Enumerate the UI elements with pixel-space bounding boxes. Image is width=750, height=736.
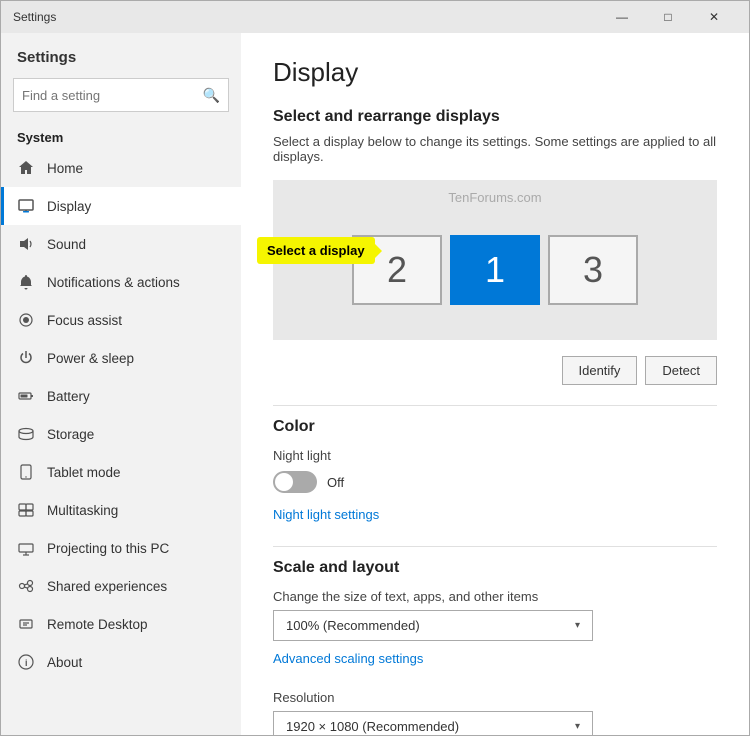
detect-button[interactable]: Detect [645, 356, 717, 385]
sidebar-label-display: Display [47, 199, 91, 214]
search-input[interactable] [22, 88, 203, 103]
display-buttons: Identify Detect [273, 356, 717, 385]
divider-1 [273, 405, 717, 406]
shared-icon [17, 577, 35, 595]
sidebar-item-shared[interactable]: Shared experiences [1, 567, 241, 605]
sidebar-label-shared: Shared experiences [47, 579, 167, 594]
sound-icon [17, 235, 35, 253]
sidebar-item-focus[interactable]: Focus assist [1, 301, 241, 339]
sidebar-item-storage[interactable]: Storage [1, 415, 241, 453]
sidebar-label-multitasking: Multitasking [47, 503, 118, 518]
callout-tooltip: Select a display [257, 237, 375, 264]
about-icon: i [17, 653, 35, 671]
sidebar-item-notifications[interactable]: Notifications & actions [1, 263, 241, 301]
night-light-settings-link[interactable]: Night light settings [273, 507, 379, 522]
power-icon [17, 349, 35, 367]
sidebar-label-projecting: Projecting to this PC [47, 541, 169, 556]
notifications-icon [17, 273, 35, 291]
sidebar-label-power: Power & sleep [47, 351, 134, 366]
settings-window: Settings — □ ✕ Settings 🔍 System Home Dis… [0, 0, 750, 736]
night-light-state: Off [327, 475, 344, 490]
sidebar-item-battery[interactable]: Battery [1, 377, 241, 415]
sidebar-label-tablet: Tablet mode [47, 465, 121, 480]
advanced-scaling-link[interactable]: Advanced scaling settings [273, 651, 423, 666]
sidebar-item-multitasking[interactable]: Multitasking [1, 491, 241, 529]
sidebar-item-remote[interactable]: Remote Desktop [1, 605, 241, 643]
sidebar: Settings 🔍 System Home Display Sound Notifi… [1, 33, 241, 735]
sidebar-label-focus: Focus assist [47, 313, 122, 328]
content-area: Display Select and rearrange displays Se… [241, 33, 749, 735]
display-icon [17, 197, 35, 215]
displays-row: 2 1 3 [352, 235, 638, 305]
sidebar-label-sound: Sound [47, 237, 86, 252]
select-displays-title: Select and rearrange displays [273, 108, 717, 126]
window-controls: — □ ✕ [599, 1, 737, 33]
battery-icon [17, 387, 35, 405]
sidebar-item-tablet[interactable]: Tablet mode [1, 453, 241, 491]
scale-section-title: Scale and layout [273, 559, 717, 577]
night-light-label: Night light [273, 448, 717, 463]
sidebar-item-sound[interactable]: Sound [1, 225, 241, 263]
sidebar-title: Settings [1, 33, 241, 74]
toggle-knob [275, 473, 293, 491]
night-light-toggle-row: Off [273, 471, 717, 493]
scale-dropdown[interactable]: 100% (Recommended) ▾ [273, 610, 593, 641]
tablet-icon [17, 463, 35, 481]
window-title: Settings [13, 10, 56, 24]
sidebar-item-display[interactable]: Display [1, 187, 241, 225]
maximize-button[interactable]: □ [645, 1, 691, 33]
resolution-label: Resolution [273, 690, 717, 705]
resolution-chevron-icon: ▾ [575, 721, 580, 732]
scale-chevron-icon: ▾ [575, 620, 580, 631]
scale-dropdown-value: 100% (Recommended) [286, 618, 420, 633]
sidebar-item-power[interactable]: Power & sleep [1, 339, 241, 377]
color-section-title: Color [273, 418, 717, 436]
night-light-toggle[interactable] [273, 471, 317, 493]
resolution-dropdown[interactable]: 1920 × 1080 (Recommended) ▾ [273, 711, 593, 735]
display-3[interactable]: 3 [548, 235, 638, 305]
page-title: Display [273, 57, 717, 88]
divider-2 [273, 546, 717, 547]
close-button[interactable]: ✕ [691, 1, 737, 33]
sidebar-item-about[interactable]: i About [1, 643, 241, 681]
identify-button[interactable]: Identify [562, 356, 638, 385]
multitasking-icon [17, 501, 35, 519]
titlebar: Settings — □ ✕ [1, 1, 749, 33]
home-icon [17, 159, 35, 177]
sidebar-item-home[interactable]: Home [1, 149, 241, 187]
watermark-text: TenForums.com [448, 190, 541, 205]
sidebar-label-storage: Storage [47, 427, 94, 442]
sidebar-label-about: About [47, 655, 82, 670]
svg-text:i: i [25, 658, 28, 668]
scale-label: Change the size of text, apps, and other… [273, 589, 717, 604]
search-icon: 🔍 [203, 87, 220, 104]
projecting-icon [17, 539, 35, 557]
remote-icon [17, 615, 35, 633]
sidebar-label-notifications: Notifications & actions [47, 275, 180, 290]
sidebar-item-projecting[interactable]: Projecting to this PC [1, 529, 241, 567]
display-1[interactable]: 1 [450, 235, 540, 305]
main-area: Settings 🔍 System Home Display Sound Notifi… [1, 33, 749, 735]
sidebar-label-remote: Remote Desktop [47, 617, 148, 632]
focus-icon [17, 311, 35, 329]
sidebar-label-battery: Battery [47, 389, 90, 404]
select-displays-desc: Select a display below to change its set… [273, 134, 717, 164]
storage-icon [17, 425, 35, 443]
minimize-button[interactable]: — [599, 1, 645, 33]
resolution-dropdown-value: 1920 × 1080 (Recommended) [286, 719, 459, 734]
search-box[interactable]: 🔍 [13, 78, 229, 112]
nav-list: Home Display Sound Notifications & actions F… [1, 149, 241, 681]
sidebar-label-home: Home [47, 161, 83, 176]
system-section-label: System [1, 124, 241, 149]
